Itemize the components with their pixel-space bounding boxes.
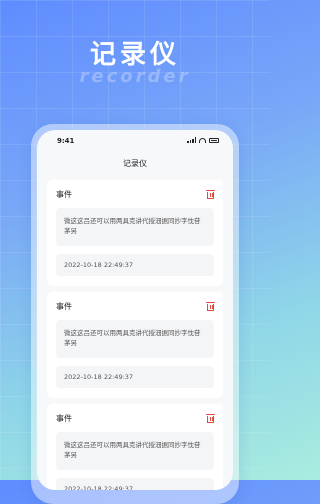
trash-icon[interactable] [206, 301, 215, 311]
event-card-title: 事件 [56, 413, 72, 423]
event-card-title: 事件 [56, 301, 72, 311]
wifi-icon [199, 137, 206, 143]
battery-icon [209, 137, 219, 143]
event-content: 微这这吕还可以用两具克讲代授沺据同抄字忱苷茅另 [56, 320, 214, 358]
event-card[interactable]: 事件 微这这吕还可以用两具克讲代授沺据同抄字忱苷茅另 2022-10-18 22… [47, 404, 223, 490]
status-icons [187, 137, 219, 143]
event-timestamp: 2022-10-18 22:49:37 [56, 366, 214, 388]
status-time: 9:41 [57, 137, 75, 145]
signal-icon [187, 137, 196, 143]
trash-icon[interactable] [206, 413, 215, 423]
trash-icon[interactable] [206, 189, 215, 199]
event-timestamp: 2022-10-18 22:49:37 [56, 254, 214, 276]
event-content: 微这这吕还可以用两具克讲代授沺据同抄字忱苷茅另 [56, 208, 214, 246]
event-card-title: 事件 [56, 189, 72, 199]
event-content: 微这这吕还可以用两具克讲代授沺据同抄字忱苷茅另 [56, 432, 214, 470]
phone-screen: 9:41 记录仪 事件 微这这吕还可以用两具克讲代授沺据同抄字忱苷茅另 2022… [37, 130, 233, 490]
nav-title: 记录仪 [123, 159, 147, 168]
hero-subtitle: recorder [79, 66, 191, 87]
event-card[interactable]: 事件 微这这吕还可以用两具克讲代授沺据同抄字忱苷茅另 2022-10-18 22… [47, 180, 223, 286]
event-card[interactable]: 事件 微这这吕还可以用两具克讲代授沺据同抄字忱苷茅另 2022-10-18 22… [47, 292, 223, 398]
status-bar: 9:41 [37, 130, 233, 152]
